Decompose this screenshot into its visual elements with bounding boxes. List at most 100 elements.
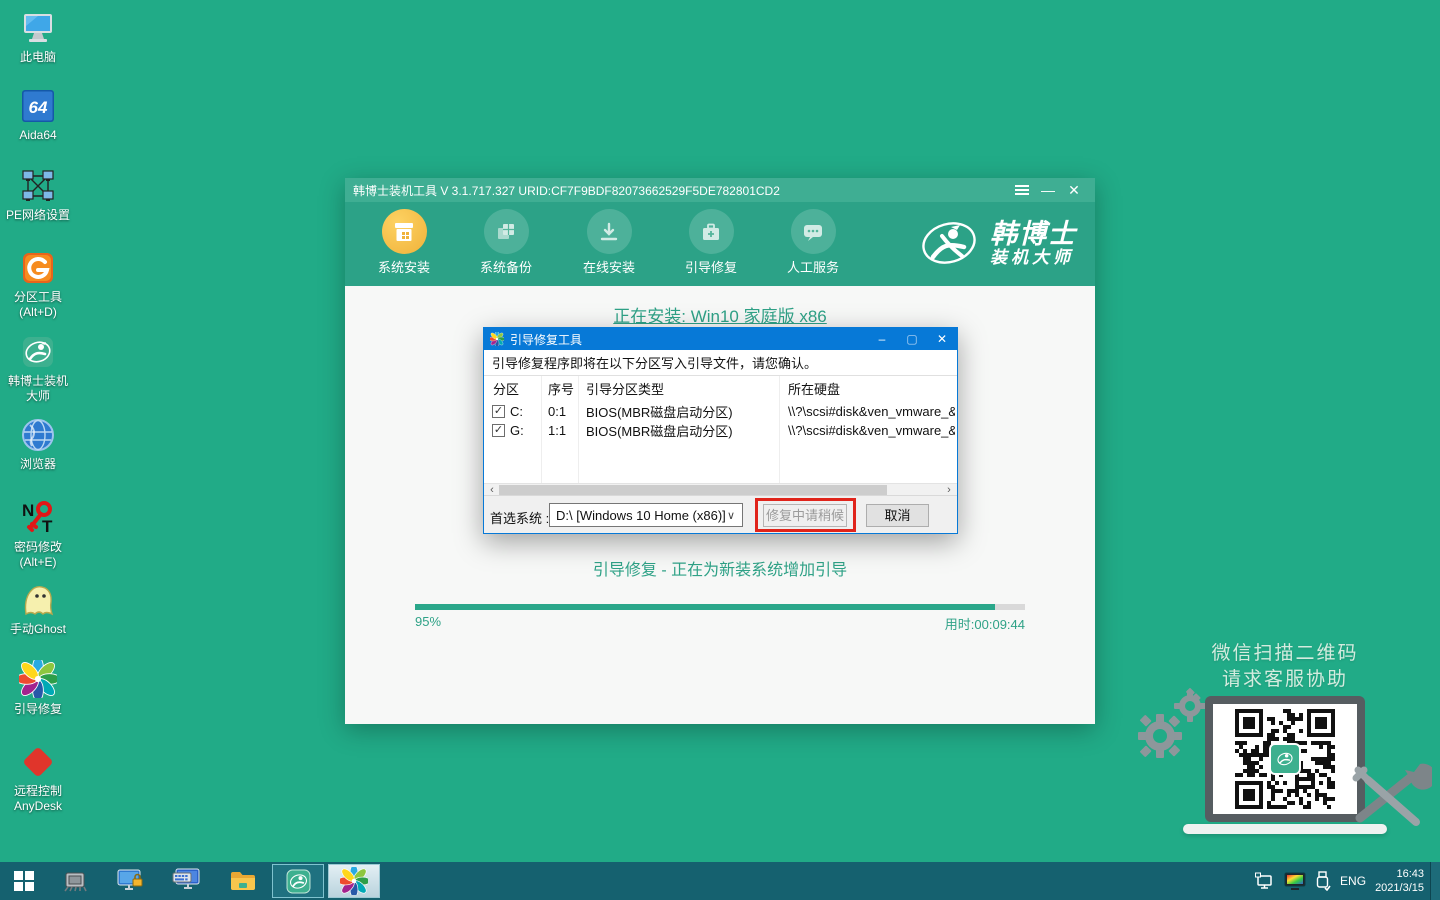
online-install-icon bbox=[587, 209, 632, 254]
desktop-icon-anydesk[interactable]: 远程控制AnyDesk bbox=[0, 742, 76, 814]
taskbar-app-explorer[interactable] bbox=[216, 862, 270, 900]
toolbar-item-system-backup[interactable]: 系统备份 bbox=[470, 209, 542, 276]
partition-list[interactable]: 分区 序号 引导分区类型 所在硬盘 ✓ C: 0:1 BIOS(MBR磁盘启动分… bbox=[484, 376, 957, 483]
column-header-index: 序号 bbox=[548, 379, 574, 398]
aida64-icon: 64 bbox=[18, 86, 58, 126]
desktop-icon-password-reset[interactable]: N T 密码修改(Alt+E) bbox=[0, 498, 76, 570]
progress-fill bbox=[415, 604, 995, 610]
brand-logo: 韩博士 装机大师 bbox=[918, 212, 1077, 274]
install-status-text: 正在安装: Win10 家庭版 x86 bbox=[345, 302, 1095, 327]
desktop: 此电脑 64 Aida64 PE网络设置 分区工具(Alt+D) bbox=[0, 0, 1440, 900]
taskbar-app-boot-repair[interactable] bbox=[328, 864, 380, 898]
column-header-partition: 分区 bbox=[493, 379, 519, 398]
table-row[interactable]: ✓ C: 0:1 BIOS(MBR磁盘启动分区) \\?\scsi#disk&v… bbox=[484, 402, 957, 421]
main-window-titlebar[interactable]: 韩博士装机工具 V 3.1.717.327 URID:CF7F9BDF82073… bbox=[345, 178, 1095, 202]
clock[interactable]: 16:43 2021/3/15 bbox=[1375, 867, 1424, 895]
ghost-icon bbox=[18, 580, 58, 620]
display-color-tray-icon[interactable] bbox=[1284, 872, 1306, 890]
taskbar-app-hanboshi[interactable] bbox=[272, 864, 324, 898]
progress-percent: 95% bbox=[415, 614, 441, 629]
desktop-icon-label: 手动Ghost bbox=[0, 622, 76, 637]
language-indicator[interactable]: ENG bbox=[1340, 874, 1366, 888]
cell-partition: C: bbox=[510, 404, 523, 419]
start-button[interactable] bbox=[0, 862, 48, 900]
preferred-system-select[interactable]: D:\ [Windows 10 Home (x86)] ∨ bbox=[549, 503, 743, 527]
dialog-title: 引导修复工具 bbox=[510, 331, 867, 348]
minimize-button[interactable]: — bbox=[1035, 179, 1061, 201]
system-install-icon bbox=[382, 209, 427, 254]
qr-code bbox=[1213, 704, 1357, 814]
desktop-icon-hanboshi[interactable]: 韩博士装机大师 bbox=[0, 332, 76, 404]
pe-network-icon bbox=[18, 166, 58, 206]
desktop-icon-label: 密码修改(Alt+E) bbox=[0, 540, 76, 570]
qr-center-logo bbox=[1269, 743, 1301, 775]
desktop-icon-label: 引导修复 bbox=[0, 702, 76, 717]
desktop-icon-label: 分区工具(Alt+D) bbox=[0, 290, 76, 320]
desktop-icon-label: 远程控制AnyDesk bbox=[0, 784, 76, 814]
main-window-title: 韩博士装机工具 V 3.1.717.327 URID:CF7F9BDF82073… bbox=[353, 182, 1009, 199]
boot-repair-dialog: 引导修复工具 – ▢ ✕ 引导修复程序即将在以下分区写入引导文件，请您确认。 分… bbox=[483, 327, 958, 534]
toolbar-item-support[interactable]: 人工服务 bbox=[777, 209, 849, 276]
boot-repair-icon bbox=[689, 209, 734, 254]
desktop-icon-pe-network[interactable]: PE网络设置 bbox=[0, 166, 76, 223]
close-button[interactable]: ✕ bbox=[1061, 179, 1087, 201]
cancel-button[interactable]: 取消 bbox=[866, 504, 929, 527]
table-row[interactable]: ✓ G: 1:1 BIOS(MBR磁盘启动分区) \\?\scsi#disk&v… bbox=[484, 421, 957, 440]
toolbar-item-online-install[interactable]: 在线安装 bbox=[573, 209, 645, 276]
desktop-icon-browser[interactable]: 浏览器 bbox=[0, 415, 76, 472]
desktop-icon-label: Aida64 bbox=[0, 128, 76, 143]
desktop-icon-partition-tool[interactable]: 分区工具(Alt+D) bbox=[0, 248, 76, 320]
preferred-system-value: D:\ [Windows 10 Home (x86)] bbox=[556, 508, 726, 523]
desktop-icon-ghost[interactable]: 手动Ghost bbox=[0, 580, 76, 637]
cell-type: BIOS(MBR磁盘启动分区) bbox=[586, 402, 733, 421]
taskbar-app-osk[interactable] bbox=[158, 862, 216, 900]
repair-wait-button[interactable]: 修复中请稍候 bbox=[763, 504, 847, 527]
partition-tool-icon bbox=[18, 248, 58, 288]
hanboshi-icon bbox=[18, 332, 58, 372]
monitor-keyboard-icon bbox=[172, 868, 202, 894]
row-checkbox[interactable]: ✓ bbox=[492, 405, 505, 418]
cell-partition: G: bbox=[510, 423, 524, 438]
usb-tray-icon[interactable] bbox=[1315, 871, 1331, 891]
cell-index: 0:1 bbox=[548, 404, 566, 419]
password-reset-icon: N T bbox=[18, 498, 58, 538]
dialog-titlebar[interactable]: 引导修复工具 – ▢ ✕ bbox=[484, 328, 957, 350]
clock-date: 2021/3/15 bbox=[1375, 881, 1424, 895]
row-checkbox[interactable]: ✓ bbox=[492, 424, 505, 437]
toolbar-item-system-install[interactable]: 系统安装 bbox=[368, 209, 440, 276]
desktop-icon-label: 浏览器 bbox=[0, 457, 76, 472]
progress-bar bbox=[415, 604, 1025, 610]
cell-disk: \\?\scsi#disk&ven_vmware_& bbox=[788, 404, 955, 419]
svg-text:N: N bbox=[22, 501, 34, 520]
dialog-maximize-button[interactable]: ▢ bbox=[897, 329, 927, 349]
desktop-icon-label: 韩博士装机大师 bbox=[0, 374, 76, 404]
clock-time: 16:43 bbox=[1375, 867, 1424, 881]
dialog-footer: 首选系统 : D:\ [Windows 10 Home (x86)] ∨ 修复中… bbox=[484, 495, 957, 533]
show-desktop-button[interactable] bbox=[1430, 862, 1440, 900]
taskbar-app-cpu[interactable] bbox=[48, 862, 102, 900]
progress-elapsed: 用时:00:09:44 bbox=[945, 614, 1025, 633]
desktop-icon-boot-repair[interactable]: 引导修复 bbox=[0, 660, 76, 717]
cell-type: BIOS(MBR磁盘启动分区) bbox=[586, 421, 733, 440]
network-tray-icon[interactable] bbox=[1255, 872, 1275, 890]
pinwheel-taskbar-icon bbox=[340, 867, 368, 895]
browser-icon bbox=[18, 415, 58, 455]
hanboshi-taskbar-icon bbox=[285, 868, 312, 895]
desktop-icon-aida64[interactable]: 64 Aida64 bbox=[0, 86, 76, 143]
toolbar-item-boot-repair[interactable]: 引导修复 bbox=[675, 209, 747, 276]
this-pc-icon bbox=[18, 8, 58, 48]
laptop-graphic bbox=[1205, 696, 1365, 822]
taskbar-app-remote-lock[interactable] bbox=[102, 862, 158, 900]
cell-disk: \\?\scsi#disk&ven_vmware_& bbox=[788, 423, 955, 438]
monitor-lock-icon bbox=[116, 868, 144, 894]
menu-button[interactable] bbox=[1009, 179, 1035, 201]
dialog-pinwheel-icon bbox=[490, 332, 504, 346]
dialog-close-button[interactable]: ✕ bbox=[927, 329, 957, 349]
folder-icon bbox=[229, 869, 257, 893]
brand-logo-icon bbox=[918, 212, 980, 274]
chevron-down-icon: ∨ bbox=[727, 509, 735, 522]
dialog-minimize-button[interactable]: – bbox=[867, 329, 897, 349]
windows-logo-icon bbox=[14, 871, 34, 891]
support-chat-icon bbox=[791, 209, 836, 254]
desktop-icon-this-pc[interactable]: 此电脑 bbox=[0, 8, 76, 65]
